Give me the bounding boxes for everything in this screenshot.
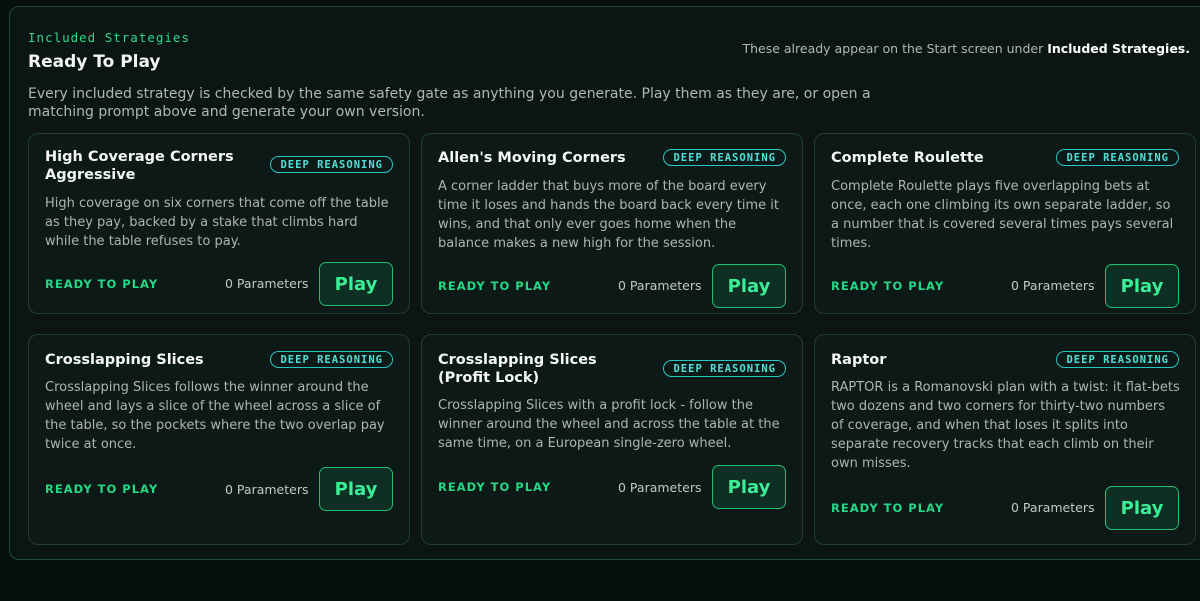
play-button[interactable]: Play <box>1105 264 1179 308</box>
strategy-title: Raptor <box>831 352 887 368</box>
deep-reasoning-badge: DEEP REASONING <box>1056 351 1179 368</box>
ready-status: READY TO PLAY <box>831 501 945 515</box>
header-note-text: These already appear on the Start screen… <box>742 41 1048 56</box>
header-note: These already appear on the Start screen… <box>742 41 1190 56</box>
parameter-count: 0 Parameters <box>618 278 702 293</box>
strategy-card: Complete Roulette DEEP REASONING Complet… <box>814 133 1196 314</box>
strategy-description: High coverage on six corners that come o… <box>45 196 389 249</box>
strategy-card: Raptor DEEP REASONING RAPTOR is a Romano… <box>814 334 1196 545</box>
ready-status: READY TO PLAY <box>438 480 552 494</box>
deep-reasoning-badge: DEEP REASONING <box>270 351 393 368</box>
ready-status: READY TO PLAY <box>831 279 945 293</box>
parameter-count: 0 Parameters <box>618 480 702 495</box>
strategy-title: Allen's Moving Corners <box>438 150 626 166</box>
strategy-description: A corner ladder that buys more of the bo… <box>438 179 780 251</box>
parameter-count: 0 Parameters <box>1011 500 1095 515</box>
strategy-title: Complete Roulette <box>831 150 984 166</box>
strategy-card: High Coverage Corners Aggressive DEEP RE… <box>28 133 410 314</box>
strategy-description: Crosslapping Slices follows the winner a… <box>45 380 385 452</box>
section-intro: Every included strategy is checked by th… <box>28 86 871 120</box>
strategy-description: RAPTOR is a Romanovski plan with a twist… <box>831 380 1180 471</box>
ready-status: READY TO PLAY <box>45 277 159 291</box>
strategy-card: Crosslapping Slices (Profit Lock) DEEP R… <box>421 334 803 545</box>
strategy-card: Crosslapping Slices DEEP REASONING Cross… <box>28 334 410 545</box>
play-button[interactable]: Play <box>319 467 393 511</box>
strategy-description: Complete Roulette plays five overlapping… <box>831 179 1174 251</box>
play-button[interactable]: Play <box>319 262 393 306</box>
ready-status: READY TO PLAY <box>45 482 159 496</box>
section-eyebrow: Included Strategies <box>28 30 190 45</box>
parameter-count: 0 Parameters <box>1011 278 1095 293</box>
included-strategies-panel: Included Strategies Ready To Play These … <box>9 6 1200 560</box>
parameter-count: 0 Parameters <box>225 482 309 497</box>
play-button[interactable]: Play <box>1105 486 1179 530</box>
play-button[interactable]: Play <box>712 264 786 308</box>
deep-reasoning-badge: DEEP REASONING <box>270 156 393 173</box>
strategy-description: Crosslapping Slices with a profit lock -… <box>438 398 780 451</box>
strategy-card: Allen's Moving Corners DEEP REASONING A … <box>421 133 803 314</box>
strategy-title: High Coverage Corners Aggressive <box>45 149 234 183</box>
section-title: Ready To Play <box>28 52 161 72</box>
deep-reasoning-badge: DEEP REASONING <box>663 360 786 377</box>
ready-status: READY TO PLAY <box>438 279 552 293</box>
deep-reasoning-badge: DEEP REASONING <box>1056 149 1179 166</box>
play-button[interactable]: Play <box>712 465 786 509</box>
strategy-title: Crosslapping Slices <box>45 352 204 368</box>
deep-reasoning-badge: DEEP REASONING <box>663 149 786 166</box>
parameter-count: 0 Parameters <box>225 276 309 291</box>
header-note-emphasis: Included Strategies. <box>1047 41 1190 56</box>
strategy-title: Crosslapping Slices (Profit Lock) <box>438 352 597 386</box>
